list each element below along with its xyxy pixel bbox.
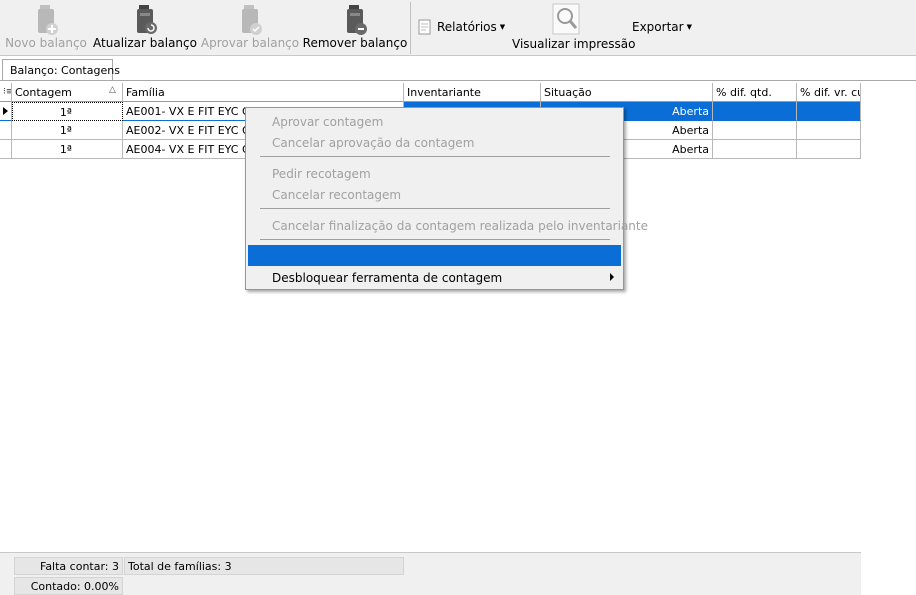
header-familia[interactable]: Família — [123, 83, 404, 102]
menu-separator — [260, 239, 610, 240]
row-indicator — [0, 102, 12, 121]
header-pct-dif-qtd[interactable]: % dif. qtd. — [713, 83, 797, 102]
context-menu: Aprovar contagem Cancelar aprovação da c… — [245, 107, 648, 290]
remover-balanco-button[interactable]: Remover balanço — [303, 0, 407, 54]
visualizar-impressao-label: Visualizar impressão — [512, 37, 636, 51]
cell-contagem[interactable]: 1ª — [12, 102, 123, 121]
column-chooser[interactable]: ⁝≡ — [0, 83, 12, 102]
cell-pct-dif-vr[interactable] — [797, 140, 861, 159]
row-indicator — [0, 121, 12, 140]
sort-ascending-icon: △ — [109, 85, 116, 95]
cell-pct-dif-qtd[interactable] — [713, 140, 797, 159]
relatorios-dropdown[interactable]: Relatórios ▼ — [418, 19, 505, 35]
row-indicator — [0, 140, 12, 159]
header-contagem[interactable]: Contagem △ — [12, 83, 123, 102]
chevron-down-icon: ▼ — [686, 23, 692, 31]
header-inventariante[interactable]: Inventariante — [404, 83, 541, 102]
new-balance-icon — [38, 5, 58, 35]
menu-item-aprovar-contagem[interactable]: Aprovar contagem — [272, 115, 383, 129]
aprovar-balanco-label: Aprovar balanço — [200, 36, 300, 50]
header-contagem-label: Contagem — [15, 86, 72, 99]
header-pct-dif-vr[interactable]: % dif. vr. cu — [797, 83, 861, 102]
header-situacao[interactable]: Situação — [541, 83, 713, 102]
refresh-balance-icon — [137, 5, 157, 34]
menu-separator — [260, 156, 610, 157]
relatorios-label: Relatórios — [437, 20, 497, 34]
tab-divider — [0, 80, 916, 81]
current-row-icon — [3, 107, 8, 115]
menu-separator — [260, 208, 610, 209]
submenu-arrow-icon — [610, 273, 614, 281]
menu-item-pedir-recotagem[interactable]: Pedir recotagem — [272, 167, 371, 181]
report-icon — [418, 19, 431, 35]
toolbar-separator — [410, 2, 411, 54]
toolbar: Novo balanço Atualizar balanço Aprovar b… — [0, 0, 916, 56]
exportar-dropdown[interactable]: Exportar ▼ — [632, 19, 692, 35]
grid-header-row: ⁝≡ Contagem △ Família Inventariante Situ… — [0, 83, 861, 102]
visualizar-impressao-button[interactable]: Visualizar impressão — [506, 0, 635, 54]
remove-balance-icon — [347, 5, 367, 35]
menu-item-highlighted[interactable] — [248, 245, 621, 266]
cell-contagem[interactable]: 1ª — [12, 140, 123, 159]
column-chooser-icon: ⁝≡ — [3, 87, 11, 97]
menu-item-cancelar-recontagem[interactable]: Cancelar recontagem — [272, 188, 401, 202]
remover-balanco-label: Remover balanço — [302, 36, 408, 50]
cell-pct-dif-qtd[interactable] — [713, 102, 797, 121]
exportar-label: Exportar — [632, 20, 684, 34]
cell-pct-dif-vr[interactable] — [797, 121, 861, 140]
falta-contar-summary: Falta contar: 3 — [14, 557, 123, 575]
status-footer: Falta contar: 3 Total de famílias: 3 Con… — [0, 552, 861, 595]
tab-balanco-contagens[interactable]: Balanço: Contagens — [2, 59, 120, 80]
menu-item-desbloquear-ferramenta[interactable]: Desbloquear ferramenta de contagem — [272, 271, 502, 285]
cell-pct-dif-qtd[interactable] — [713, 121, 797, 140]
atualizar-balanco-button[interactable]: Atualizar balanço — [93, 0, 197, 54]
aprovar-balanco-button[interactable]: Aprovar balanço — [201, 0, 299, 54]
chevron-down-icon: ▼ — [499, 23, 506, 31]
total-familias-summary: Total de famílias: 3 — [124, 557, 404, 575]
menu-item-cancelar-aprovacao[interactable]: Cancelar aprovação da contagem — [272, 136, 474, 150]
print-preview-icon — [552, 3, 580, 35]
cell-contagem[interactable]: 1ª — [12, 121, 123, 140]
menu-item-cancelar-finalizacao[interactable]: Cancelar finalização da contagem realiza… — [272, 219, 648, 233]
atualizar-balanco-label: Atualizar balanço — [93, 36, 197, 50]
cell-pct-dif-vr[interactable] — [797, 102, 861, 121]
approve-balance-icon — [242, 5, 262, 35]
contado-summary: Contado: 0.00% — [14, 577, 123, 595]
novo-balanco-button[interactable]: Novo balanço — [5, 0, 87, 54]
novo-balanco-label: Novo balanço — [5, 36, 87, 50]
